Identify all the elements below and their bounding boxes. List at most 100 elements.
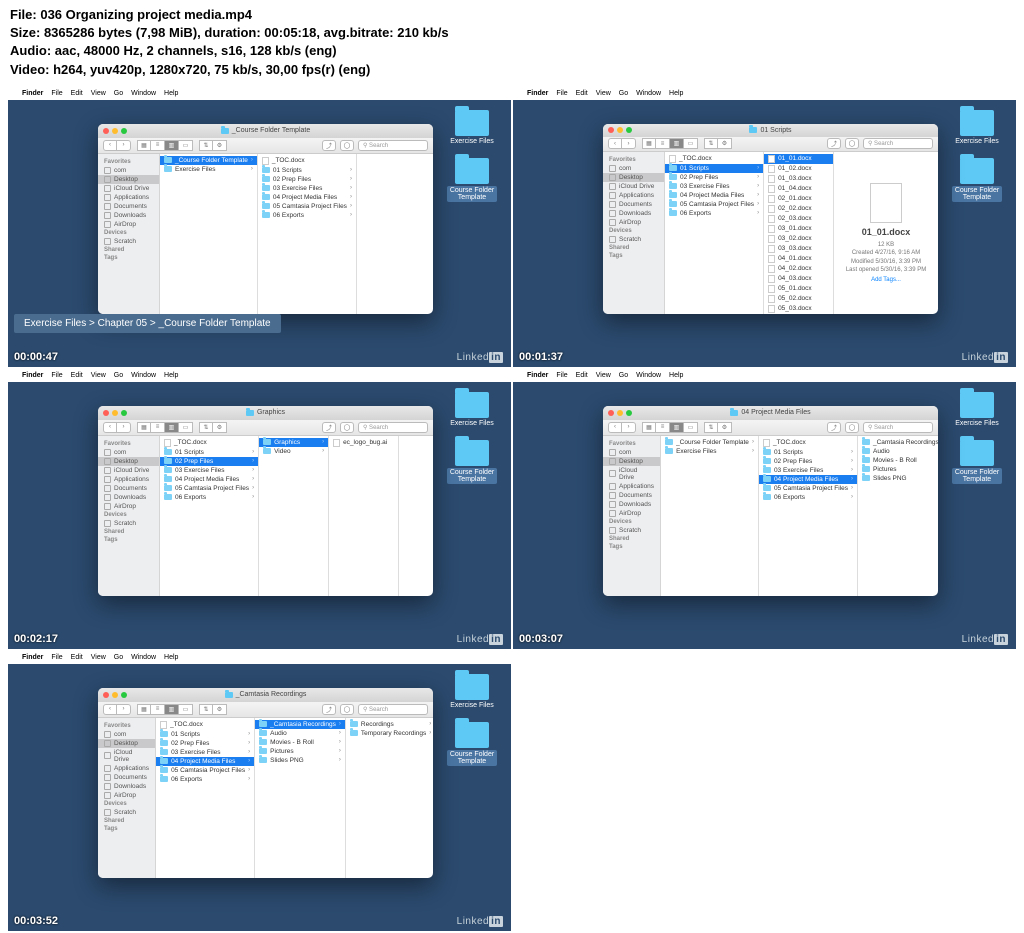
sidebar-item[interactable]: com [603, 448, 660, 457]
list-item[interactable]: 01 Scripts› [258, 166, 356, 175]
list-item[interactable]: 04_03.docx [764, 274, 833, 284]
list-item[interactable]: 05 Camtasia Project Files› [258, 202, 356, 211]
list-item[interactable]: 01 Scripts› [160, 448, 258, 457]
sidebar-item[interactable]: Scratch [603, 526, 660, 535]
column-view[interactable]: ▥ [165, 422, 179, 433]
list-item[interactable]: 05 Camtasia Project Files› [160, 484, 258, 493]
sidebar-item[interactable]: AirDrop [603, 218, 664, 227]
tags-button[interactable]: ◯ [845, 422, 859, 433]
sidebar-item[interactable]: Scratch [98, 519, 159, 528]
menu-item[interactable]: Edit [576, 372, 588, 379]
share-button[interactable]: ⤴ [322, 422, 336, 433]
app-name[interactable]: Finder [22, 372, 43, 379]
tags-button[interactable]: ◯ [340, 422, 354, 433]
icon-view[interactable]: ▦ [642, 422, 656, 433]
list-item[interactable]: Movies - B Roll› [858, 456, 938, 465]
list-item[interactable]: _TOC.docx [665, 154, 763, 164]
forward-button[interactable]: › [622, 138, 636, 149]
app-name[interactable]: Finder [527, 372, 548, 379]
arrange-button[interactable]: ⇅ [199, 704, 213, 715]
list-item[interactable]: 03 Exercise Files› [160, 466, 258, 475]
list-item[interactable]: 04_02.docx [764, 264, 833, 274]
sidebar-item[interactable]: AirDrop [98, 502, 159, 511]
sidebar-item[interactable]: Applications [98, 764, 155, 773]
sidebar-item[interactable]: iCloud Drive [603, 466, 660, 482]
list-view[interactable]: ≡ [151, 422, 165, 433]
desktop-folder-template[interactable]: Course Folder Template [952, 440, 1002, 484]
arrange-button[interactable]: ⇅ [704, 422, 718, 433]
menu-item[interactable]: Help [669, 372, 683, 379]
desktop-folder-template[interactable]: Course Folder Template [447, 158, 497, 202]
list-view[interactable]: ≡ [656, 138, 670, 149]
sidebar-item[interactable]: iCloud Drive [603, 182, 664, 191]
sidebar-item[interactable]: Downloads [98, 782, 155, 791]
search-input[interactable]: ⚲ Search [863, 138, 933, 149]
list-item[interactable]: 03_03.docx [764, 244, 833, 254]
list-item[interactable]: 02_01.docx [764, 194, 833, 204]
menu-item[interactable]: Window [131, 90, 156, 97]
list-item[interactable]: Slides PNG› [255, 756, 345, 765]
search-input[interactable]: ⚲ Search [358, 140, 428, 151]
arrange-button[interactable]: ⇅ [704, 138, 718, 149]
add-tags[interactable]: Add Tags... [871, 277, 901, 283]
menu-item[interactable]: View [91, 90, 106, 97]
list-item[interactable]: _TOC.docx [759, 438, 857, 448]
list-item[interactable]: _Course Folder Template› [661, 438, 758, 447]
list-item[interactable]: Pictures› [858, 465, 938, 474]
sidebar-item[interactable]: Desktop [603, 173, 664, 182]
sidebar-item[interactable]: Documents [98, 484, 159, 493]
column-view[interactable]: ▥ [165, 704, 179, 715]
list-item[interactable]: 02 Prep Files› [759, 457, 857, 466]
app-name[interactable]: Finder [22, 654, 43, 661]
sidebar-item[interactable]: iCloud Drive [98, 466, 159, 475]
forward-button[interactable]: › [622, 422, 636, 433]
column-view[interactable]: ▥ [670, 138, 684, 149]
menu-item[interactable]: Edit [71, 654, 83, 661]
sidebar-item[interactable]: Applications [603, 191, 664, 200]
sidebar-item[interactable]: Scratch [603, 235, 664, 244]
search-input[interactable]: ⚲ Search [358, 422, 428, 433]
menu-item[interactable]: Window [636, 90, 661, 97]
list-item[interactable]: 04 Project Media Files› [665, 191, 763, 200]
forward-button[interactable]: › [117, 140, 131, 151]
desktop-folder-template[interactable]: Course Folder Template [447, 722, 497, 766]
list-item[interactable]: 06 Exports› [258, 211, 356, 220]
sidebar-item[interactable]: Documents [98, 202, 159, 211]
back-button[interactable]: ‹ [608, 138, 622, 149]
menu-item[interactable]: Go [114, 654, 123, 661]
list-item[interactable]: Temporary Recordings› [346, 729, 433, 738]
list-item[interactable]: 06 Exports› [665, 209, 763, 218]
menu-item[interactable]: Help [164, 372, 178, 379]
desktop-folder-exercise[interactable]: Exercise Files [952, 392, 1002, 427]
list-view[interactable]: ≡ [151, 704, 165, 715]
menu-item[interactable]: File [51, 90, 62, 97]
view-segmented[interactable]: ▦ ≡ ▥ ▭ [137, 422, 193, 433]
list-item[interactable]: 03 Exercise Files› [665, 182, 763, 191]
sidebar-item[interactable]: com [603, 164, 664, 173]
menu-item[interactable]: Window [636, 372, 661, 379]
menu-item[interactable]: View [596, 90, 611, 97]
list-item[interactable]: Audio› [255, 729, 345, 738]
menu-item[interactable]: View [596, 372, 611, 379]
list-view[interactable]: ≡ [151, 140, 165, 151]
list-item[interactable]: 01_01.docx [764, 154, 833, 164]
list-item[interactable]: 01_04.docx [764, 184, 833, 194]
titlebar[interactable]: Graphics [98, 406, 433, 420]
list-item[interactable]: 05_03.docx [764, 304, 833, 314]
desktop-folder-exercise[interactable]: Exercise Files [952, 110, 1002, 145]
list-item[interactable]: 03 Exercise Files› [156, 748, 254, 757]
app-name[interactable]: Finder [527, 90, 548, 97]
gallery-view[interactable]: ▭ [179, 140, 193, 151]
arrange-button[interactable]: ⇅ [199, 422, 213, 433]
list-item[interactable]: _TOC.docx [258, 156, 356, 166]
menu-item[interactable]: File [51, 372, 62, 379]
titlebar[interactable]: 01 Scripts [603, 124, 938, 137]
forward-button[interactable]: › [117, 422, 131, 433]
list-item[interactable]: 04 Project Media Files› [759, 475, 857, 484]
list-item[interactable]: 04 Project Media Files› [160, 475, 258, 484]
sidebar-item[interactable]: Documents [603, 491, 660, 500]
list-item[interactable]: 01_03.docx [764, 174, 833, 184]
desktop-folder-template[interactable]: Course Folder Template [952, 158, 1002, 202]
view-segmented[interactable]: ▦ ≡ ▥ ▭ [137, 704, 193, 715]
list-view[interactable]: ≡ [656, 422, 670, 433]
